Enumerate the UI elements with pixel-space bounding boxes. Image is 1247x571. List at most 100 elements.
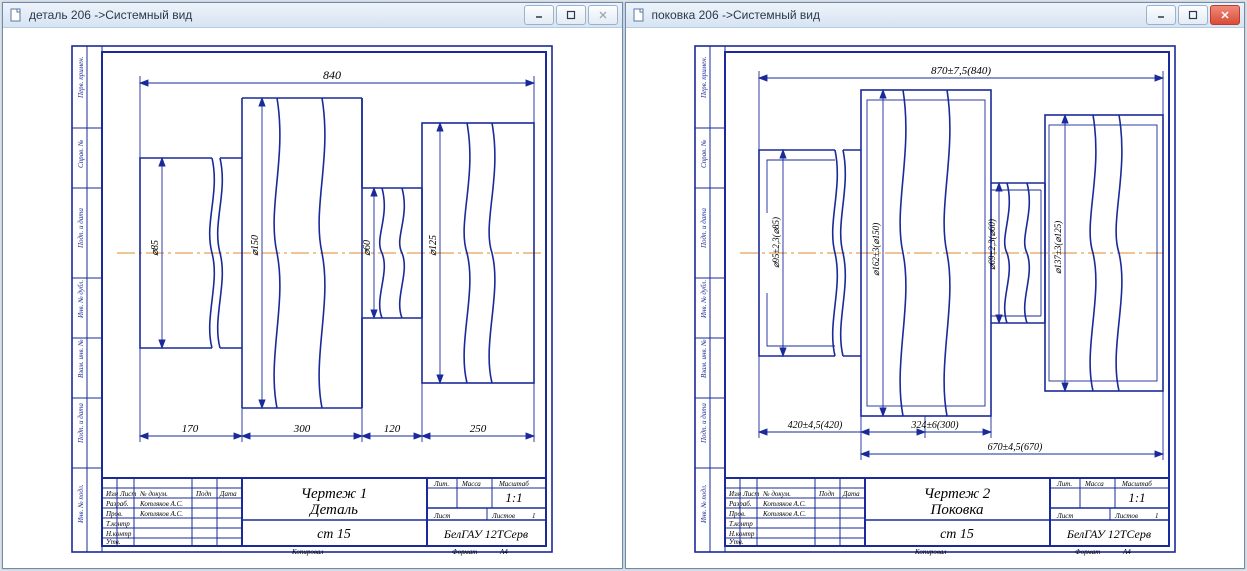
svg-text:⌀95±2,3(⌀85): ⌀95±2,3(⌀85) [771, 217, 781, 268]
svg-text:Лит.: Лит. [433, 480, 449, 488]
svg-text:ст 15: ст 15 [940, 527, 974, 542]
svg-text:Инв. № дубл.: Инв. № дубл. [700, 280, 708, 319]
svg-text:Справ. №: Справ. № [77, 139, 85, 168]
svg-text:Масштаб: Масштаб [498, 480, 529, 488]
engineering-drawing-right: Перв. примен. Справ. № Подп. и дата Инв.… [685, 38, 1185, 558]
titlebar[interactable]: деталь 206 ->Системный вид [3, 3, 622, 28]
maximize-button[interactable] [1178, 5, 1208, 25]
svg-text:Перв. примен.: Перв. примен. [700, 56, 708, 99]
svg-text:Листов: Листов [491, 512, 515, 520]
svg-text:Лист: Лист [1056, 512, 1073, 520]
window-buttons [1146, 5, 1240, 25]
svg-text:Н.контр: Н.контр [728, 530, 755, 538]
svg-text:Инв. № подл.: Инв. № подл. [700, 484, 708, 524]
mdi-child-window-right: поковка 206 ->Системный вид Перв. пр [625, 2, 1246, 569]
svg-text:Чертеж 2: Чертеж 2 [923, 486, 990, 502]
window-title: поковка 206 ->Системный вид [652, 8, 1147, 22]
svg-text:Изм: Изм [105, 490, 119, 498]
svg-text:300: 300 [293, 423, 311, 435]
mdi-child-window-left: деталь 206 ->Системный вид [2, 2, 623, 569]
svg-text:1:1: 1:1 [506, 490, 523, 505]
svg-text:БелГАУ 12ТСерв: БелГАУ 12ТСерв [443, 527, 528, 541]
svg-text:Подп. и дата: Подп. и дата [77, 403, 85, 444]
svg-text:670±4,5(670): 670±4,5(670) [987, 442, 1042, 453]
svg-text:Подп. и дата: Подп. и дата [700, 403, 708, 444]
svg-text:Подп. и дата: Подп. и дата [700, 208, 708, 249]
window-buttons [524, 5, 618, 25]
svg-text:⌀125: ⌀125 [428, 235, 439, 256]
svg-text:Поковка: Поковка [929, 502, 983, 518]
svg-text:Масса: Масса [461, 480, 481, 488]
svg-text:Дата: Дата [219, 490, 237, 498]
svg-text:Т.контр: Т.контр [729, 520, 753, 528]
svg-text:1: 1 [532, 512, 536, 520]
svg-text:Пров.: Пров. [105, 510, 123, 518]
svg-text:Лист: Лист [119, 490, 136, 498]
svg-text:Изм: Изм [728, 490, 742, 498]
svg-text:⌀69±2,3(⌀60): ⌀69±2,3(⌀60) [987, 219, 997, 270]
svg-text:Пров.: Пров. [728, 510, 746, 518]
maximize-button[interactable] [556, 5, 586, 25]
titlebar[interactable]: поковка 206 ->Системный вид [626, 3, 1245, 28]
svg-text:Перв. примен.: Перв. примен. [77, 56, 85, 99]
drawing-canvas[interactable]: Перв. примен. Справ. № Подп. и дата Инв.… [626, 28, 1245, 568]
close-button[interactable] [1210, 5, 1240, 25]
svg-text:⌀85: ⌀85 [150, 240, 161, 256]
svg-text:Котляков А.С.: Котляков А.С. [139, 500, 183, 508]
document-icon [9, 8, 23, 22]
svg-text:Лист: Лист [742, 490, 759, 498]
svg-text:1:1: 1:1 [1128, 490, 1145, 505]
svg-text:870±7,5(840): 870±7,5(840) [931, 65, 991, 77]
svg-text:Лит.: Лит. [1056, 480, 1072, 488]
svg-text:Листов: Листов [1114, 512, 1138, 520]
svg-text:Чертеж 1: Чертеж 1 [301, 486, 368, 502]
document-icon [632, 8, 646, 22]
svg-text:Инв. № дубл.: Инв. № дубл. [77, 280, 85, 319]
svg-text:Т.контр: Т.контр [106, 520, 130, 528]
svg-text:Инв. № подл.: Инв. № подл. [77, 484, 85, 524]
minimize-button[interactable] [1146, 5, 1176, 25]
svg-text:⌀137±3(⌀125): ⌀137±3(⌀125) [1053, 221, 1063, 274]
svg-text:Подп: Подп [818, 490, 835, 498]
svg-text:⌀162±3(⌀150): ⌀162±3(⌀150) [871, 223, 881, 276]
svg-text:840: 840 [323, 68, 341, 82]
svg-text:Формат: Формат [452, 548, 477, 556]
window-title: деталь 206 ->Системный вид [29, 8, 524, 22]
svg-text:Дата: Дата [842, 490, 860, 498]
svg-text:Котляков А.С.: Котляков А.С. [762, 500, 806, 508]
drawing-canvas[interactable]: Перв. примен. Справ. № Подп. и дата Инв.… [3, 28, 622, 568]
minimize-button[interactable] [524, 5, 554, 25]
svg-text:Деталь: Деталь [308, 502, 358, 518]
svg-text:БелГАУ 12ТСерв: БелГАУ 12ТСерв [1066, 527, 1151, 541]
svg-text:250: 250 [470, 423, 487, 435]
engineering-drawing-left: Перв. примен. Справ. № Подп. и дата Инв.… [62, 38, 562, 558]
svg-text:Котляков А.С.: Котляков А.С. [762, 510, 806, 518]
svg-text:170: 170 [182, 423, 199, 435]
svg-text:Справ. №: Справ. № [700, 139, 708, 168]
svg-text:324±6(300): 324±6(300) [910, 420, 959, 431]
svg-text:⌀60: ⌀60 [362, 240, 373, 256]
svg-text:⌀150: ⌀150 [250, 235, 261, 256]
svg-text:Взам. инв. №: Взам. инв. № [77, 339, 85, 378]
svg-text:1: 1 [1155, 512, 1159, 520]
svg-text:Разраб.: Разраб. [728, 500, 752, 508]
svg-text:Копировал: Копировал [291, 548, 323, 556]
svg-text:Н.контр: Н.контр [105, 530, 132, 538]
svg-text:120: 120 [384, 423, 401, 435]
svg-text:Подп: Подп [195, 490, 212, 498]
svg-text:Котляков А.С.: Котляков А.С. [139, 510, 183, 518]
svg-text:Лист: Лист [433, 512, 450, 520]
svg-text:Масса: Масса [1084, 480, 1104, 488]
svg-text:№ докум.: № докум. [762, 490, 791, 498]
svg-text:Утв.: Утв. [729, 538, 744, 546]
svg-text:Подп. и дата: Подп. и дата [77, 208, 85, 249]
svg-text:A4: A4 [1122, 548, 1131, 556]
svg-text:A4: A4 [499, 548, 508, 556]
svg-text:Копировал: Копировал [914, 548, 946, 556]
close-button [588, 5, 618, 25]
svg-text:Разраб.: Разраб. [105, 500, 129, 508]
svg-text:ст 15: ст 15 [317, 527, 351, 542]
svg-text:Взам. инв. №: Взам. инв. № [700, 339, 708, 378]
svg-text:№ докум.: № докум. [139, 490, 168, 498]
svg-text:420±4,5(420): 420±4,5(420) [787, 420, 842, 431]
